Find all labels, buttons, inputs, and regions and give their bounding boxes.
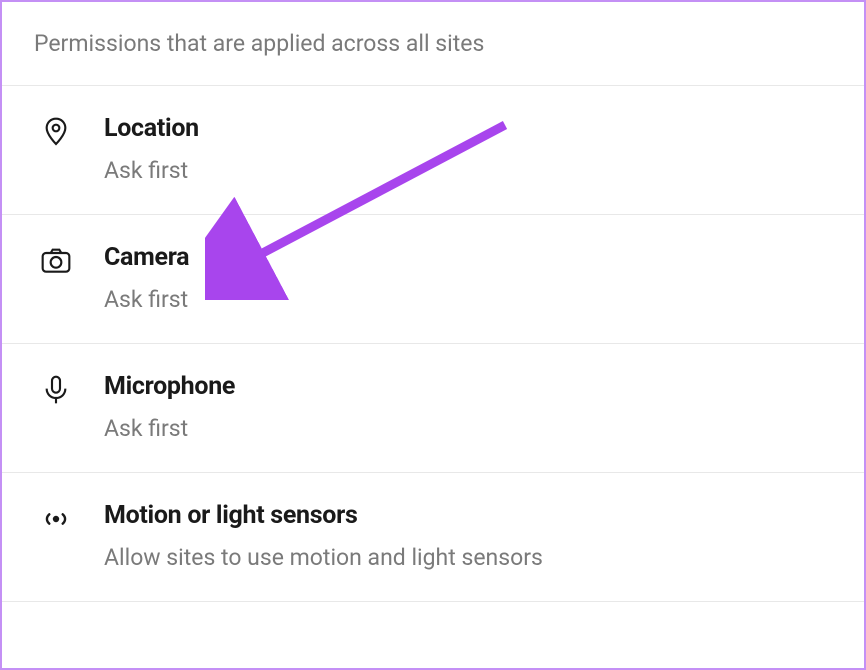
permission-row-location[interactable]: Location Ask first bbox=[2, 86, 864, 215]
location-icon bbox=[38, 116, 74, 152]
permission-subtitle: Ask first bbox=[104, 286, 189, 313]
permission-row-motion-sensors[interactable]: Motion or light sensors Allow sites to u… bbox=[2, 473, 864, 602]
permission-subtitle: Ask first bbox=[104, 157, 199, 184]
permission-title: Location bbox=[104, 114, 199, 143]
permission-content: Microphone Ask first bbox=[104, 372, 235, 442]
microphone-icon bbox=[38, 374, 74, 410]
permissions-header-text: Permissions that are applied across all … bbox=[34, 30, 832, 57]
permission-title: Microphone bbox=[104, 372, 235, 401]
permission-subtitle: Ask first bbox=[104, 415, 235, 442]
permission-subtitle: Allow sites to use motion and light sens… bbox=[104, 544, 543, 571]
permission-title: Camera bbox=[104, 243, 189, 272]
permissions-header: Permissions that are applied across all … bbox=[2, 2, 864, 86]
motion-sensor-icon bbox=[38, 503, 74, 539]
camera-icon bbox=[38, 245, 74, 281]
permission-row-camera[interactable]: Camera Ask first bbox=[2, 215, 864, 344]
permission-title: Motion or light sensors bbox=[104, 501, 543, 530]
permission-content: Motion or light sensors Allow sites to u… bbox=[104, 501, 543, 571]
permission-content: Location Ask first bbox=[104, 114, 199, 184]
permissions-panel: Permissions that are applied across all … bbox=[0, 0, 866, 670]
permission-row-microphone[interactable]: Microphone Ask first bbox=[2, 344, 864, 473]
permission-content: Camera Ask first bbox=[104, 243, 189, 313]
